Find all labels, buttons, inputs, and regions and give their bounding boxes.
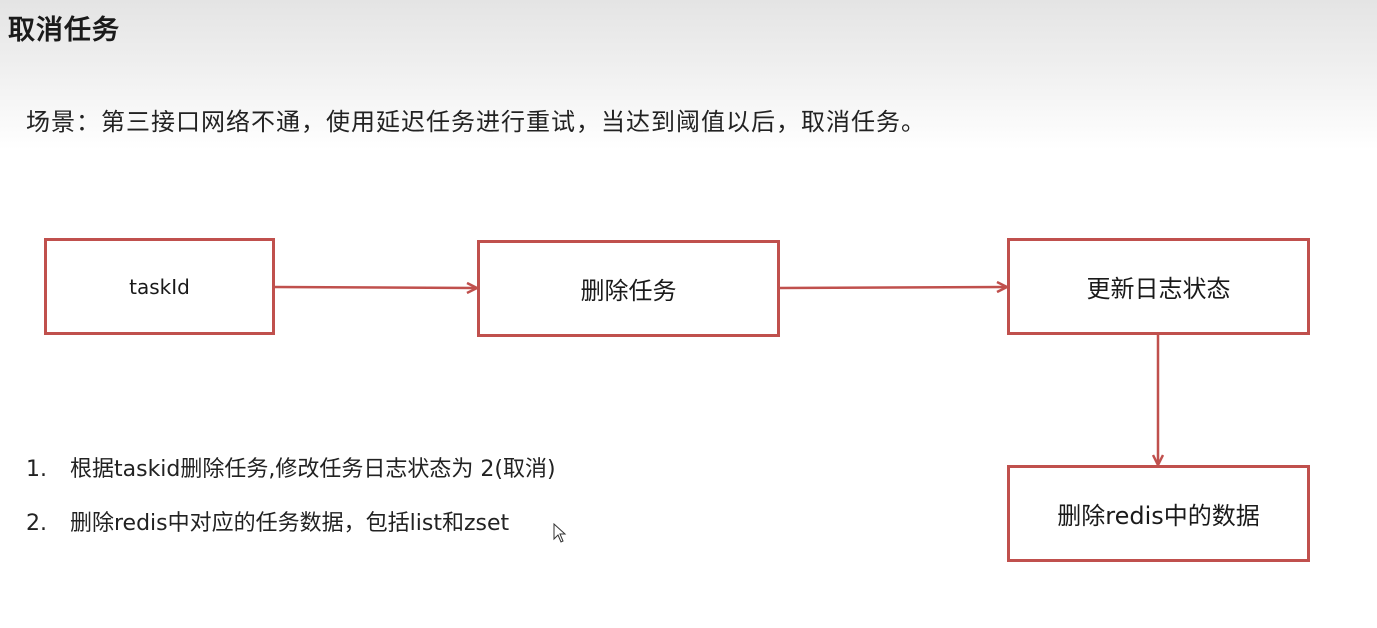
step-1-text: 根据taskid删除任务,修改任务日志状态为 2(取消)	[70, 457, 556, 482]
step-2: 2. 删除redis中对应的任务数据，包括list和zset	[26, 505, 509, 537]
mouse-pointer-icon	[553, 523, 567, 543]
taskid-box: taskId	[44, 238, 275, 335]
arrow-delete-to-update	[778, 287, 1006, 288]
delete-task-box: 删除任务	[477, 240, 780, 337]
update-log-status-box: 更新日志状态	[1007, 238, 1310, 335]
step-1-number: 1.	[26, 457, 47, 482]
delete-redis-data-box: 删除redis中的数据	[1007, 465, 1310, 562]
step-1: 1. 根据taskid删除任务,修改任务日志状态为 2(取消)	[26, 451, 556, 483]
arrow-taskid-to-delete	[273, 287, 476, 288]
step-2-text: 删除redis中对应的任务数据，包括list和zset	[70, 511, 510, 536]
step-2-number: 2.	[26, 511, 47, 536]
